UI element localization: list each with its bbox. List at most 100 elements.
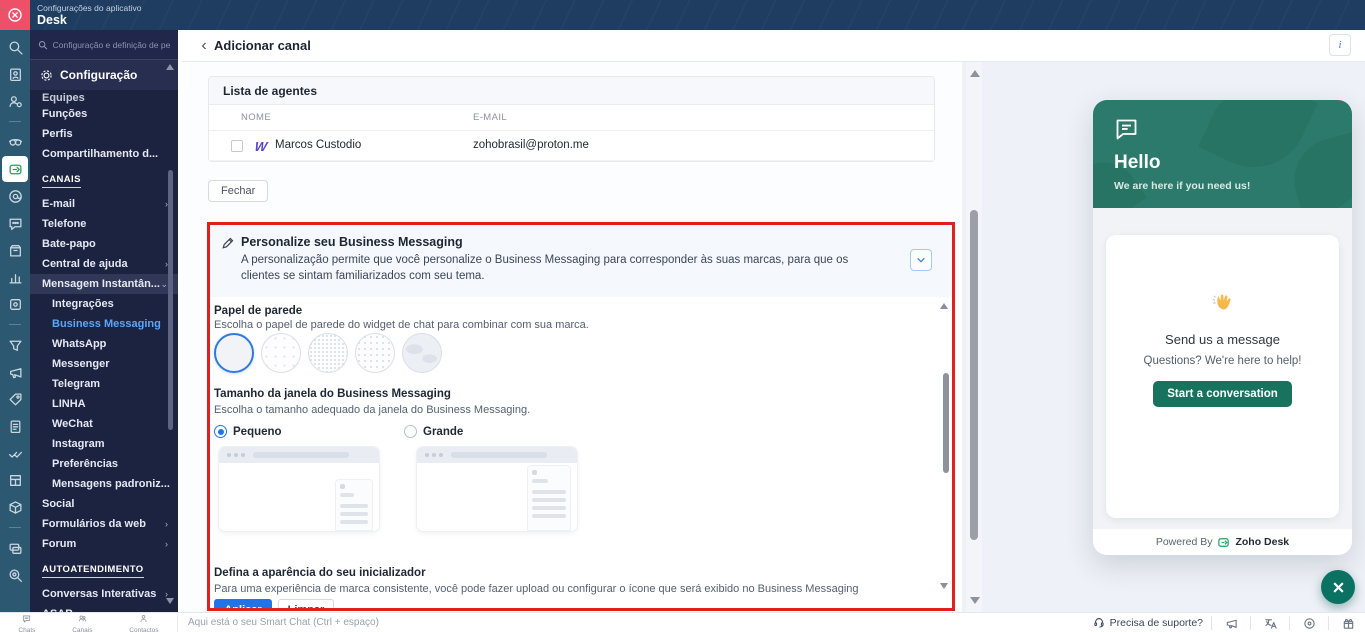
support-button[interactable]: Precisa de suporte? [1093, 616, 1203, 631]
sidebar-item-linha[interactable]: LINHA [30, 394, 178, 414]
feedback-icon[interactable] [1298, 617, 1320, 630]
user-setup-icon[interactable] [2, 88, 28, 114]
sidebar-item-instagram[interactable]: Instagram [30, 434, 178, 454]
chat-icon [22, 611, 31, 627]
wallpaper-option-2[interactable] [261, 333, 301, 373]
rail-divider [9, 527, 21, 528]
settings-sidebar: Configuração e definição de pes Configur… [30, 30, 178, 612]
reports-icon[interactable] [2, 467, 28, 493]
info-button[interactable]: i [1329, 34, 1351, 56]
launcher-title: Defina a aparência do seu inicializador [214, 567, 426, 579]
sidebar-item-fun-es[interactable]: Funções [30, 104, 178, 124]
sidebar-item-conversas-interativas[interactable]: Conversas Interativas › [30, 584, 178, 604]
sidebar-item-messenger[interactable]: Messenger [30, 354, 178, 374]
contacts-icon[interactable] [2, 61, 28, 87]
sidebar-item-social[interactable]: Social [30, 494, 178, 514]
sidebar-scroll-up[interactable] [166, 64, 174, 70]
main-scroll-up[interactable] [970, 70, 980, 77]
sidebar-item-compartilhamento-d[interactable]: Compartilhamento d... [30, 144, 178, 164]
app-logo-icon[interactable] [0, 0, 30, 30]
agent-table-row[interactable]: W Marcos Custodio zohobrasil@proton.me [209, 131, 934, 161]
sidebar-item-central-de-ajuda[interactable]: Central de ajuda › [30, 254, 178, 274]
kb-document-icon[interactable] [2, 413, 28, 439]
whats-new-icon[interactable] [1337, 617, 1359, 630]
bottom-mini-nav: Chats Canais Contactos [0, 613, 178, 632]
radio-pequeno-label: Pequeno [233, 425, 282, 438]
page-header: ‹ Adicionar canal i [182, 30, 1365, 62]
tags-icon[interactable] [2, 386, 28, 412]
panel-scroll-down[interactable] [940, 583, 948, 589]
wallpaper-option-3[interactable] [308, 333, 348, 373]
wallpaper-option-5[interactable] [402, 333, 442, 373]
chevron-right-icon: › [165, 539, 168, 549]
search-icon[interactable] [2, 34, 28, 60]
sidebar-item-telefone[interactable]: Telefone [30, 214, 178, 234]
row-checkbox[interactable] [231, 140, 243, 152]
sidebar-item-formul-rios-da-web[interactable]: Formulários da web › [30, 514, 178, 534]
bottom-nav-contactos[interactable]: Contactos [129, 611, 159, 632]
sidebar-scrollbar[interactable] [168, 170, 173, 430]
main-scrollbar[interactable] [970, 210, 978, 540]
agents-list-card: Lista de agentes NOME E-MAIL W Marcos Cus… [208, 76, 935, 162]
zoho-desk-settings: Configurações do aplicativo Desk Configu… [0, 0, 1365, 632]
sidebar-item-prefer-ncias[interactable]: Preferências [30, 454, 178, 474]
start-conversation-button[interactable]: Start a conversation [1153, 380, 1292, 407]
approvals-icon[interactable] [2, 440, 28, 466]
page-title: Adicionar canal [214, 38, 311, 53]
preview-pequeno[interactable] [219, 447, 379, 531]
sidebar-item-telegram[interactable]: Telegram [30, 374, 178, 394]
zia-search-icon[interactable] [2, 562, 28, 588]
sidebar-item-business-messaging[interactable]: Business Messaging [30, 314, 178, 334]
fechar-button[interactable]: Fechar [208, 180, 269, 202]
sidebar-item-forum[interactable]: Forum › [30, 534, 178, 554]
wallpaper-option-4[interactable] [355, 333, 395, 373]
sidebar-item-wechat[interactable]: WeChat [30, 414, 178, 434]
settings-search-input[interactable]: Configuração e definição de pes [30, 30, 178, 60]
live-view-icon[interactable] [2, 129, 28, 155]
chat-icon[interactable] [2, 210, 28, 236]
sidebar-header-configuracao[interactable]: Configuração [30, 60, 178, 90]
tickets-icon[interactable] [2, 535, 28, 561]
bottom-bar: Chats Canais Contactos Aqui está o seu Sma… [0, 612, 1365, 632]
translate-icon[interactable] [1259, 617, 1281, 630]
products-icon[interactable] [2, 494, 28, 520]
collapse-chevron-button[interactable] [910, 249, 932, 271]
aplicar-button[interactable]: Aplicar [214, 599, 272, 608]
sidebar-item-mensagem-instant-n[interactable]: Mensagem Instantân... ⌄ [30, 274, 178, 294]
search-placeholder: Configuração e definição de pes [52, 39, 170, 50]
panel-scrollbar[interactable] [943, 373, 949, 473]
bottom-nav-chats[interactable]: Chats [18, 611, 35, 632]
sidebar-item-bate-papo[interactable]: Bate-papo [30, 234, 178, 254]
wallpaper-option-1[interactable] [214, 333, 254, 373]
marketplace-icon[interactable] [2, 291, 28, 317]
agents-table-header: NOME E-MAIL [209, 105, 934, 131]
main-scroll-down[interactable] [970, 597, 980, 604]
sidebar-item-equipes[interactable]: Equipes [30, 90, 178, 104]
panel-scroll-up[interactable] [940, 303, 948, 309]
archive-icon[interactable] [2, 237, 28, 263]
launcher-description: Para uma experiência de marca consistent… [214, 583, 859, 595]
back-button[interactable]: ‹ [194, 36, 214, 56]
smart-chat-hint[interactable]: Aqui está o seu Smart Chat (Ctrl + espaç… [188, 617, 379, 628]
analytics-icon[interactable] [2, 264, 28, 290]
preview-grande[interactable] [417, 447, 577, 531]
sidebar-item-perfis[interactable]: Perfis [30, 124, 178, 144]
sidebar-item-whatsapp[interactable]: WhatsApp [30, 334, 178, 354]
personalize-title: Personalize seu Business Messaging [241, 235, 463, 249]
radio-pequeno[interactable]: Pequeno [214, 425, 282, 438]
sidebar-item-integra-es[interactable]: Integrações [30, 294, 178, 314]
funnel-icon[interactable] [2, 332, 28, 358]
radio-grande[interactable]: Grande [404, 425, 463, 438]
instant-messaging-icon[interactable] [2, 156, 28, 182]
announcement-icon[interactable] [2, 359, 28, 385]
announcement-icon[interactable] [1220, 617, 1242, 630]
sidebar-item-e-mail[interactable]: E-mail › [30, 194, 178, 214]
widget-close-launcher-button[interactable] [1321, 570, 1355, 604]
limpar-button[interactable]: Limpar [278, 599, 334, 608]
sidebar-header-label: Configuração [60, 68, 138, 82]
module-icon-rail [0, 30, 30, 612]
mentions-icon[interactable] [2, 183, 28, 209]
sidebar-scroll-down[interactable] [166, 598, 174, 604]
bottom-nav-canais[interactable]: Canais [72, 611, 92, 632]
sidebar-item-mensagens-padroniz[interactable]: Mensagens padroniz... [30, 474, 178, 494]
